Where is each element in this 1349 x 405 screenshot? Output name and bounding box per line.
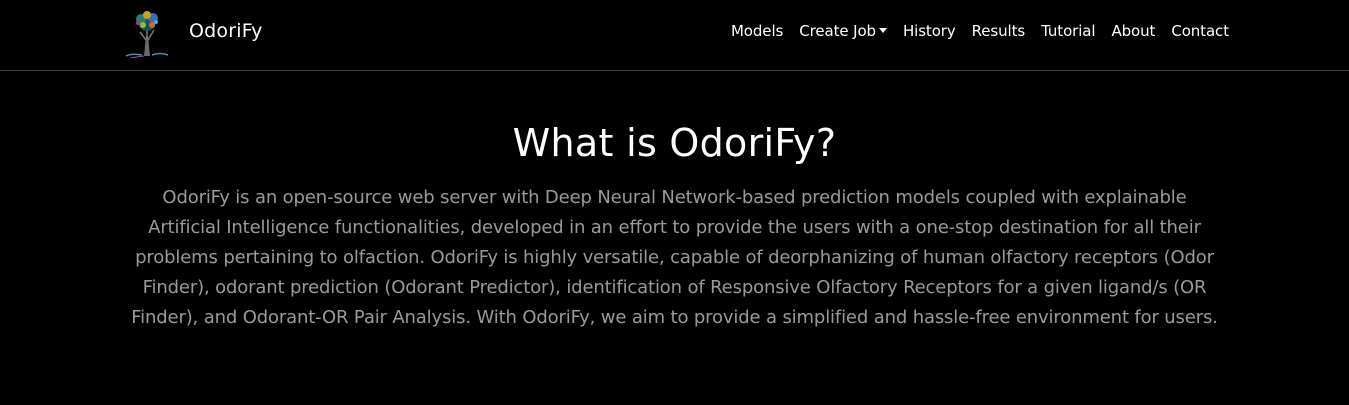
nav-link-contact[interactable]: Contact — [1171, 22, 1229, 40]
caret-down-icon — [878, 27, 887, 33]
brand-name: OdoriFy — [189, 20, 263, 42]
brand-link[interactable]: OdoriFy — [122, 8, 263, 58]
nav-link-label: Models — [730, 22, 784, 40]
top-navbar: OdoriFy Models Create Job History Result… — [0, 0, 1349, 71]
nav-link-label: About — [1111, 22, 1156, 40]
page-title: What is OdoriFy? — [512, 121, 837, 165]
nav-link-about[interactable]: About — [1111, 22, 1155, 40]
nav-link-history[interactable]: History — [903, 22, 956, 40]
nav-link-label: History — [902, 22, 956, 40]
nav-link-models[interactable]: Models — [731, 22, 783, 40]
nav-link-label: Create Job — [799, 22, 876, 40]
nav-menu: Models Create Job History Results Tutori… — [715, 22, 1229, 40]
nav-link-label: Contact — [1171, 22, 1229, 40]
nav-link-label: Tutorial — [1041, 22, 1096, 40]
nav-link-label: Results — [971, 22, 1026, 40]
nav-link-results[interactable]: Results — [971, 22, 1026, 40]
tree-brain-logo-icon — [125, 11, 169, 58]
nav-link-tutorial[interactable]: Tutorial — [1041, 22, 1095, 40]
intro-description: OdoriFy is an open-source web server wit… — [131, 187, 1218, 328]
nav-dropdown-create-job[interactable]: Create Job — [799, 22, 887, 40]
